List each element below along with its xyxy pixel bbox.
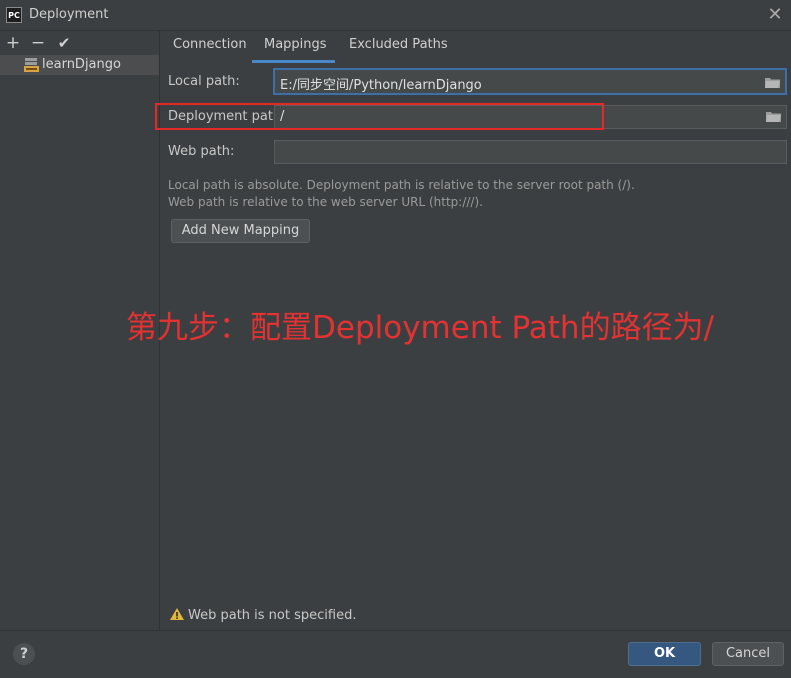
- folder-icon[interactable]: [766, 111, 781, 122]
- highlight-box: [155, 103, 604, 130]
- add-new-mapping-button[interactable]: Add New Mapping: [171, 219, 310, 243]
- hint-text-line1: Local path is absolute. Deployment path …: [168, 178, 635, 192]
- active-tab-indicator: [252, 60, 335, 63]
- help-icon[interactable]: ?: [13, 643, 35, 665]
- sftp-server-icon: [24, 58, 39, 72]
- dialog-footer: ? OK Cancel: [0, 630, 791, 678]
- window-title: Deployment: [29, 7, 109, 22]
- add-server-button[interactable]: +: [4, 33, 22, 53]
- tab-mappings[interactable]: Mappings: [264, 37, 327, 61]
- warning-text: Web path is not specified.: [188, 608, 357, 623]
- web-path-label: Web path:: [168, 144, 235, 159]
- pycharm-app-icon: PC: [6, 7, 22, 23]
- title-bar: PC Deployment ✕: [0, 0, 791, 31]
- local-path-field[interactable]: E:/同步空间/Python/learnDjango: [273, 68, 787, 95]
- warning-message: Web path is not specified.: [170, 608, 356, 623]
- set-default-button[interactable]: ✔: [55, 33, 73, 53]
- tab-excluded-paths[interactable]: Excluded Paths: [349, 37, 448, 61]
- step-annotation: 第九步：配置Deployment Path的路径为/: [126, 310, 715, 346]
- local-path-label: Local path:: [168, 74, 240, 89]
- tab-connection[interactable]: Connection: [173, 37, 247, 61]
- server-item-learndjango[interactable]: learnDjango: [0, 55, 159, 75]
- close-icon[interactable]: ✕: [764, 4, 786, 26]
- warning-icon: [170, 608, 184, 620]
- server-label: learnDjango: [42, 57, 121, 72]
- remove-server-button[interactable]: −: [29, 33, 47, 53]
- hint-text-line2: Web path is relative to the web server U…: [168, 195, 483, 209]
- cancel-button[interactable]: Cancel: [712, 642, 784, 666]
- web-path-field[interactable]: [274, 140, 787, 164]
- ok-button[interactable]: OK: [628, 642, 701, 666]
- local-path-value: E:/同步空间/Python/learnDjango: [280, 78, 482, 93]
- folder-icon[interactable]: [765, 77, 780, 88]
